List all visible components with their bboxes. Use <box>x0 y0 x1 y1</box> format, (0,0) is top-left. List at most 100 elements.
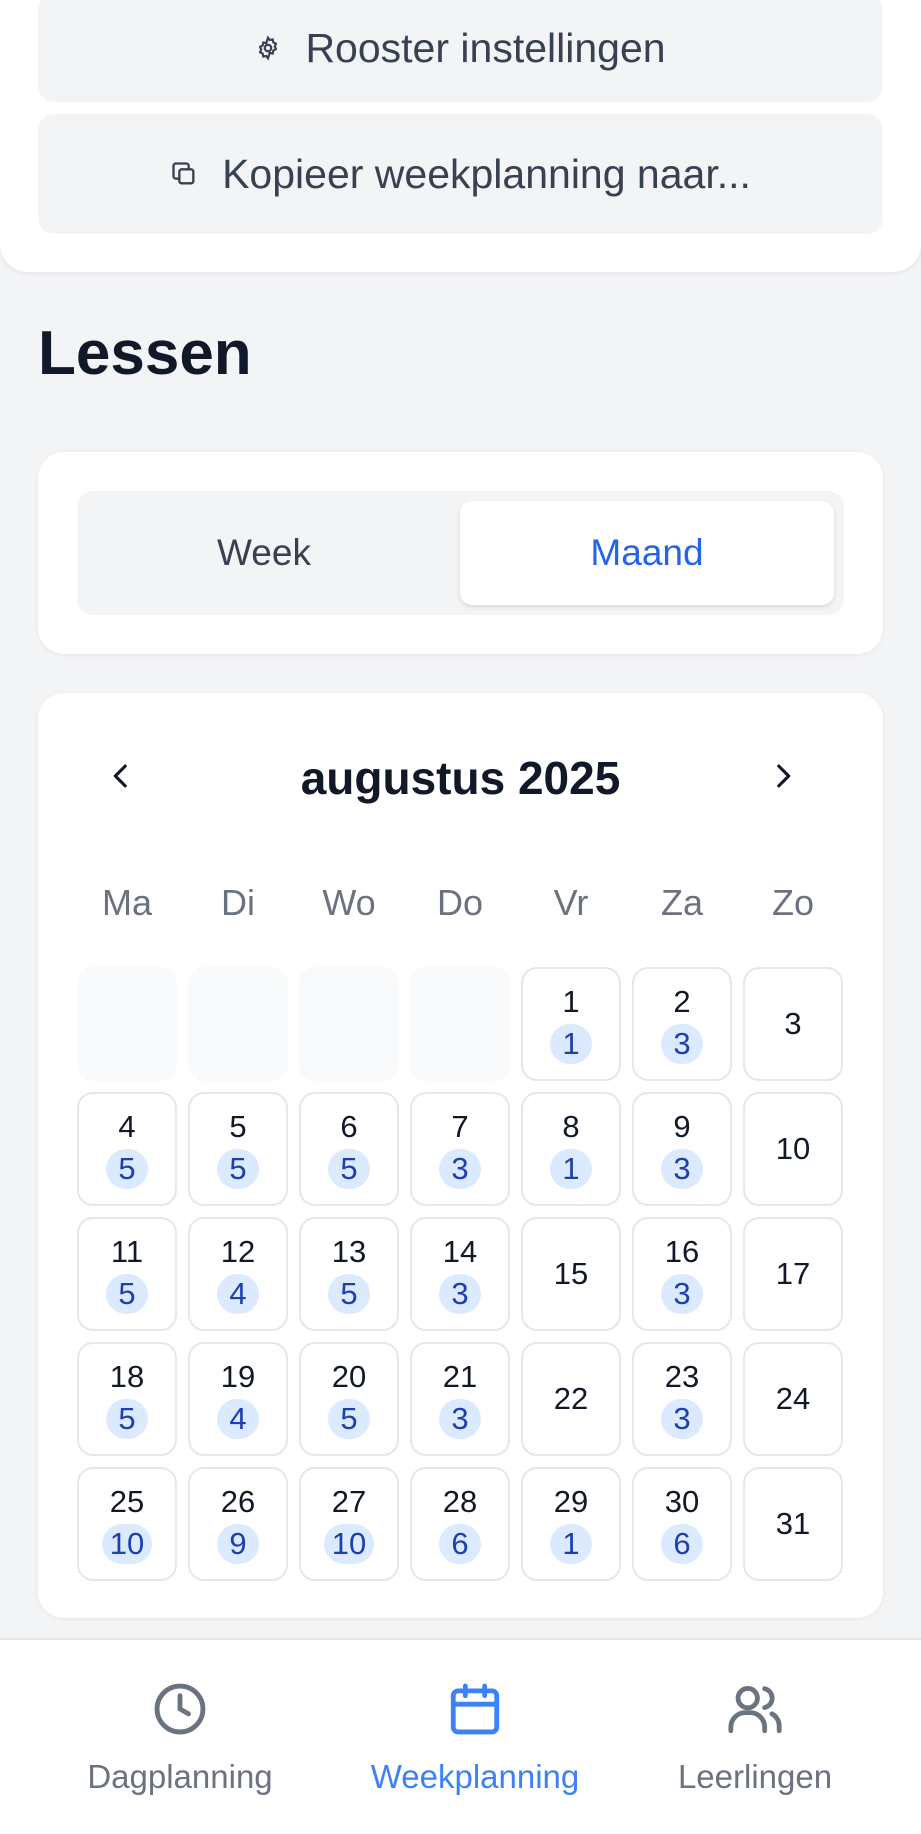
month-calendar: augustus 2025 Ma Di Wo Do Vr Za Zo 11233455565… <box>38 693 883 1618</box>
nav-dagplanning[interactable]: Dagplanning <box>80 1678 280 1798</box>
toggle-week[interactable]: Week <box>77 501 451 605</box>
empty-day-cell <box>188 967 288 1081</box>
day-number: 30 <box>664 1484 700 1519</box>
day-cell[interactable]: 81 <box>521 1092 621 1206</box>
nav-label-leerlingen: Leerlingen <box>677 1758 833 1795</box>
day-cell[interactable]: 24 <box>743 1342 843 1456</box>
lesson-count-badge: 3 <box>439 1274 481 1314</box>
day-cell[interactable]: 23 3 <box>632 1342 732 1456</box>
day-cell[interactable]: 18 5 <box>77 1342 177 1456</box>
toggle-month[interactable]: Maand <box>460 501 834 605</box>
weekday-label: Zo <box>771 882 814 923</box>
day-cell[interactable]: 25 10 <box>77 1467 177 1581</box>
day-cell[interactable]: 19 4 <box>188 1342 288 1456</box>
calendar-icon <box>446 1678 504 1740</box>
weekday-label: Vr <box>553 882 589 923</box>
lesson-count-badge: 6 <box>661 1524 703 1564</box>
day-number: 3 <box>784 1006 802 1041</box>
chevron-right-icon <box>766 759 800 798</box>
day-cell[interactable]: 31 <box>743 1467 843 1581</box>
day-cell[interactable]: 3 <box>743 967 843 1081</box>
lesson-count-badge: 5 <box>328 1274 370 1314</box>
day-number: 20 <box>331 1359 367 1394</box>
day-cell[interactable]: 11 <box>521 967 621 1081</box>
day-number: 11 <box>110 1234 144 1269</box>
nav-label-dagplanning: Dagplanning <box>87 1758 273 1795</box>
lesson-count-badge: 6 <box>439 1524 481 1564</box>
empty-day-cell <box>77 967 177 1081</box>
day-cell[interactable]: 29 1 <box>521 1467 621 1581</box>
lesson-count-badge: 3 <box>661 1274 703 1314</box>
actions-card: Rooster instellingen Kopieer weekplannin… <box>0 0 921 272</box>
copy-icon <box>170 160 198 188</box>
day-cell[interactable]: 55 <box>188 1092 288 1206</box>
lesson-count-badge: 3 <box>661 1149 703 1189</box>
day-cell[interactable]: 11 5 <box>77 1217 177 1331</box>
next-month-button[interactable] <box>748 743 818 813</box>
day-cell[interactable]: 12 4 <box>188 1217 288 1331</box>
day-cell[interactable]: 23 <box>632 967 732 1081</box>
nav-leerlingen[interactable]: Leerlingen <box>665 1678 845 1798</box>
lesson-count-badge: 5 <box>106 1399 148 1439</box>
day-cell[interactable]: 15 <box>521 1217 621 1331</box>
weekday-label: Wo <box>322 882 376 923</box>
copy-week-label: Kopieer weekplanning naar... <box>222 150 751 197</box>
lesson-count-badge: 3 <box>439 1399 481 1439</box>
day-cell[interactable]: 65 <box>299 1092 399 1206</box>
day-cell[interactable]: 26 9 <box>188 1467 288 1581</box>
day-number: 14 <box>442 1234 478 1269</box>
day-cell[interactable]: 21 3 <box>410 1342 510 1456</box>
day-cell[interactable]: 27 10 <box>299 1467 399 1581</box>
day-number: 27 <box>331 1484 367 1519</box>
copy-week-button[interactable]: Kopieer weekplanning naar... <box>38 114 883 234</box>
lesson-count-badge: 9 <box>217 1524 259 1564</box>
day-cell[interactable]: 20 5 <box>299 1342 399 1456</box>
roster-settings-button[interactable]: Rooster instellingen <box>38 0 883 102</box>
day-grid: 1 1 2 3 3 4 5 5 5 6 5 7 3 8 1 9 3 10 11 5 12 4 13 5 14 3 15 16 3 17 18… <box>77 967 843 1581</box>
day-cell[interactable]: 14 3 <box>410 1217 510 1331</box>
lesson-count-badge: 5 <box>106 1274 148 1314</box>
lesson-count-badge: 5 <box>106 1149 148 1189</box>
section-title: Lessen <box>38 319 252 388</box>
day-cell[interactable]: 16 3 <box>632 1217 732 1331</box>
day-number: 12 <box>220 1234 256 1269</box>
day-cell[interactable]: 13 5 <box>299 1217 399 1331</box>
previous-month-button[interactable] <box>86 743 156 813</box>
day-number: 18 <box>109 1359 145 1394</box>
weekday-label: Za <box>660 882 703 923</box>
day-cell[interactable]: 73 <box>410 1092 510 1206</box>
day-number: 15 <box>553 1256 589 1291</box>
lesson-count-badge: 4 <box>217 1399 259 1439</box>
day-number: 28 <box>442 1484 478 1519</box>
day-cell[interactable]: 17 <box>743 1217 843 1331</box>
day-number: 2 <box>673 984 691 1019</box>
view-toggle: Week Maand <box>77 491 844 615</box>
day-cell[interactable]: 93 <box>632 1092 732 1206</box>
day-cell[interactable]: 10 <box>743 1092 843 1206</box>
day-number: 25 <box>109 1484 145 1519</box>
day-number: 9 <box>673 1109 691 1144</box>
nav-label-weekplanning: Weekplanning <box>370 1758 580 1795</box>
day-number: 13 <box>331 1234 367 1269</box>
day-number: 16 <box>664 1234 700 1269</box>
lesson-count-badge: 3 <box>661 1024 703 1064</box>
nav-weekplanning[interactable]: Weekplanning <box>365 1678 585 1798</box>
roster-settings-label: Rooster instellingen <box>305 24 666 71</box>
day-cell[interactable]: 30 6 <box>632 1467 732 1581</box>
bottom-navigation: Dagplanning Weekplanning Leerlingen <box>0 1638 921 1834</box>
lesson-count-badge: 5 <box>328 1149 370 1189</box>
day-cell[interactable]: 45 <box>77 1092 177 1206</box>
lesson-count-badge: 1 <box>550 1149 592 1189</box>
clock-icon <box>151 1678 209 1740</box>
day-cell[interactable]: 22 <box>521 1342 621 1456</box>
weekday-label: Di <box>221 882 255 923</box>
day-number: 31 <box>775 1506 811 1541</box>
weekday-label: Do <box>436 882 484 923</box>
day-cell[interactable]: 28 6 <box>410 1467 510 1581</box>
lesson-count-badge: 3 <box>661 1399 703 1439</box>
day-number: 8 <box>562 1109 580 1144</box>
empty-day-cell <box>299 967 399 1081</box>
day-number: 26 <box>220 1484 256 1519</box>
day-number: 4 <box>118 1109 136 1144</box>
lesson-count-badge: 1 <box>550 1024 592 1064</box>
